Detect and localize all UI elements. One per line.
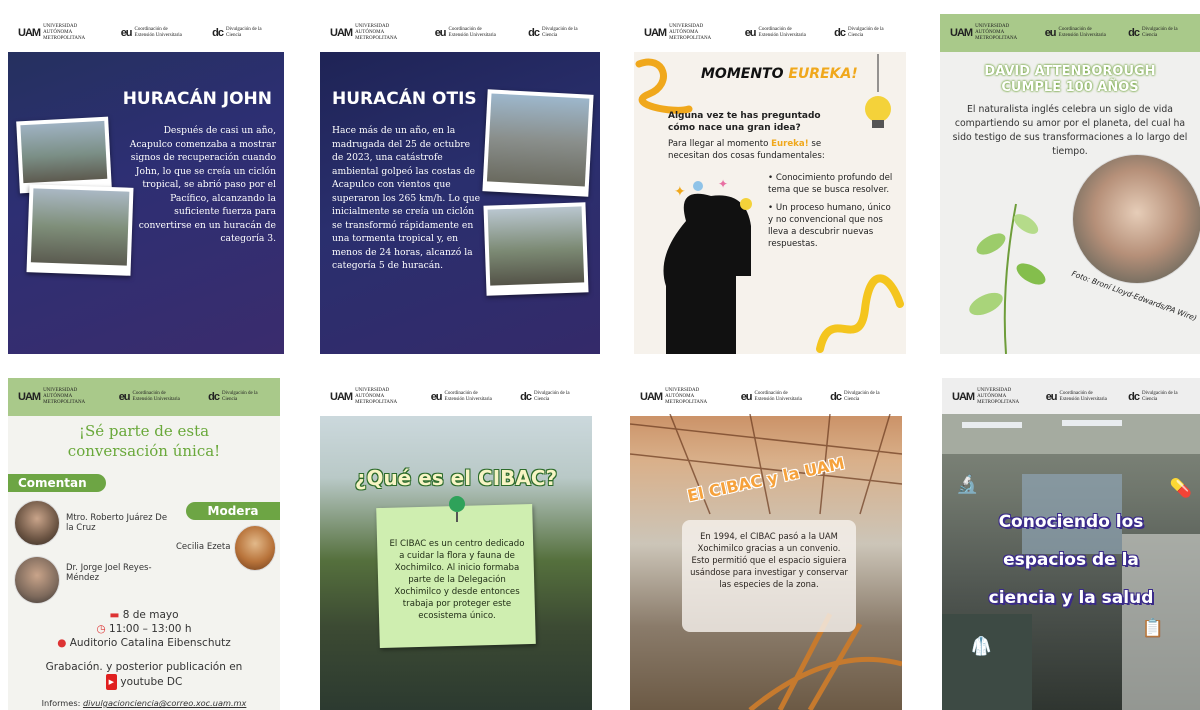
event-time: ◷ 11:00 – 13:00 h <box>96 623 192 635</box>
email-link[interactable]: divulgacionciencia@correo.xoc.uam.mx <box>83 698 246 708</box>
post-body: Después de casi un año, Acapulco comenza… <box>129 125 276 244</box>
post-body: El CIBAC es un centro dedicado a cuidar … <box>389 539 525 621</box>
dc-logo: dc Divulgación de la Ciencia <box>208 391 258 403</box>
uam-logo: UAM UNIVERSIDAD AUTÓNOMA METROPOLITANA <box>330 24 398 41</box>
svg-text:✦: ✦ <box>674 184 686 200</box>
logo-header: UAM UNIVERSIDAD AUTÓNOMA METROPOLITANA eu… <box>630 378 902 416</box>
head-silhouette-icon: ✦ ✦ <box>663 177 752 354</box>
list-item: • Un proceso humano, único y no convenci… <box>768 203 891 249</box>
post-title: ¿Qué es el CIBAC? <box>354 466 558 490</box>
comentan-label: Comentan <box>8 474 106 492</box>
post-tile-cibac-uam[interactable]: UAM UNIVERSIDAD AUTÓNOMA METROPOLITANA eu… <box>630 378 902 710</box>
dc-logo: dc Divulgación de la Ciencia <box>1128 391 1178 403</box>
logo-header: UAM UNIVERSIDAD AUTÓNOMA METROPOLITANA eu… <box>942 378 1200 416</box>
speaker-avatar <box>14 500 60 546</box>
logo-header: UAM UNIVERSIDAD AUTÓNOMA METROPOLITANA eu… <box>320 378 592 416</box>
dc-logo: dc Divulgación de la Ciencia <box>1128 27 1178 39</box>
clock-icon: ◷ <box>96 623 106 635</box>
speaker-name: Dr. Jorge Joel Reyes-Méndez <box>66 563 152 583</box>
calendar-icon: ▬ <box>109 609 120 621</box>
post-tile-que-es-cibac[interactable]: UAM UNIVERSIDAD AUTÓNOMA METROPOLITANA eu… <box>320 378 592 710</box>
post-subtitle: CUMPLE 100 AÑOS <box>1001 80 1139 95</box>
post-grid: UAM UNIVERSIDAD AUTÓNOMA METROPOLITANA eu… <box>0 0 1200 710</box>
pill-icon: 💊 <box>1169 478 1192 499</box>
uam-logo: UAM UNIVERSIDAD AUTÓNOMA METROPOLITANA <box>18 388 86 405</box>
leaves-icon <box>969 203 1046 354</box>
microscope-icon: 🔬 <box>956 474 979 495</box>
post-title: HURACÁN OTIS <box>332 89 477 109</box>
post-title: Conociendo los <box>998 512 1144 532</box>
yellow-squiggle-icon <box>816 274 904 353</box>
attenborough-photo <box>1072 154 1200 284</box>
ceu-logo: eu Coordinación de Extensión Universitari… <box>744 27 806 39</box>
post-title-2: espacios de la <box>1003 550 1139 570</box>
logo-header: UAM UNIVERSIDAD AUTÓNOMA METROPOLITANA eu… <box>320 14 600 52</box>
post-tile-attenborough[interactable]: UAM UNIVERSIDAD AUTÓNOMA METROPOLITANA eu… <box>940 14 1200 354</box>
logo-header: UAM UNIVERSIDAD AUTÓNOMA METROPOLITANA eu… <box>8 14 284 52</box>
uam-logo: UAM UNIVERSIDAD AUTÓNOMA METROPOLITANA <box>950 24 1018 41</box>
post-body: En 1994, el CIBAC pasó a la UAM Xochimil… <box>690 531 848 589</box>
logo-header: UAM UNIVERSIDAD AUTÓNOMA METROPOLITANA eu… <box>940 14 1200 52</box>
youtube-channel: ▶ youtube DC <box>8 674 280 690</box>
ceu-logo: eu Coordinación de Extensión Universitari… <box>1045 391 1107 403</box>
uam-logo: UAM UNIVERSIDAD AUTÓNOMA METROPOLITANA <box>18 24 86 41</box>
ceu-logo: eu Coordinación de Extensión Universitari… <box>120 27 182 39</box>
svg-text:✦: ✦ <box>718 177 728 191</box>
logo-header: UAM UNIVERSIDAD AUTÓNOMA METROPOLITANA eu… <box>8 378 280 416</box>
bullet-list: • Conocimiento profundo del tema que se … <box>768 172 896 250</box>
lab-coat-icon: 🥼 <box>970 636 993 657</box>
post-title-3: ciencia y la salud <box>988 588 1154 608</box>
lightbulb-icon <box>865 54 891 128</box>
event-details: ▬ 8 de mayo ◷ 11:00 – 13:00 h ● Auditori… <box>8 608 280 690</box>
logo-header: UAM UNIVERSIDAD AUTÓNOMA METROPOLITANA eu… <box>634 14 906 52</box>
post-tile-momento-eureka[interactable]: UAM UNIVERSIDAD AUTÓNOMA METROPOLITANA eu… <box>634 14 906 354</box>
post-title: DAVID ATTENBOROUGH <box>984 64 1156 79</box>
post-body: El naturalista inglés celebra un siglo d… <box>952 104 1188 157</box>
moderator-name: Cecilia Ezeta <box>176 542 231 552</box>
post-title: ¡Sé parte de esta <box>78 422 210 440</box>
post-tile-huracan-otis[interactable]: UAM UNIVERSIDAD AUTÓNOMA METROPOLITANA eu… <box>320 14 600 354</box>
youtube-icon: ▶ <box>105 674 118 690</box>
question-text: Alguna vez te has preguntado cómo nace u… <box>668 111 821 133</box>
ceu-logo: eu Coordinación de Extensión Universitari… <box>434 27 496 39</box>
ceu-logo: eu Coordinación de Extensión Universitari… <box>740 391 802 403</box>
post-tile-huracan-john[interactable]: UAM UNIVERSIDAD AUTÓNOMA METROPOLITANA eu… <box>8 14 284 354</box>
post-tile-conversacion[interactable]: UAM UNIVERSIDAD AUTÓNOMA METROPOLITANA eu… <box>8 378 280 710</box>
ceu-logo: eu Coordinación de Extensión Universitari… <box>118 391 180 403</box>
event-date: ▬ 8 de mayo <box>109 609 179 621</box>
uam-logo: UAM UNIVERSIDAD AUTÓNOMA METROPOLITANA <box>330 388 398 405</box>
orange-squiggle-icon <box>635 58 693 114</box>
clipboard-icon: 📋 <box>1141 618 1164 639</box>
post-tile-conociendo-espacios[interactable]: UAM UNIVERSIDAD AUTÓNOMA METROPOLITANA eu… <box>942 378 1200 710</box>
list-item: • Conocimiento profundo del tema que se … <box>768 173 893 195</box>
ceu-logo: eu Coordinación de Extensión Universitari… <box>430 391 492 403</box>
modera-label: Modera <box>186 502 280 520</box>
flood-photo <box>26 184 134 276</box>
moderator-avatar <box>234 525 276 571</box>
dc-logo: dc Divulgación de la Ciencia <box>528 27 578 39</box>
intro-text: Para llegar al momento Eureka! se necesi… <box>668 139 825 161</box>
post-title: MOMENTO EUREKA! <box>701 66 858 82</box>
building-photo <box>482 89 594 197</box>
dc-logo: dc Divulgación de la Ciencia <box>834 27 884 39</box>
uam-logo: UAM UNIVERSIDAD AUTÓNOMA METROPOLITANA <box>952 388 1020 405</box>
post-body: Hace más de un año, en la madrugada del … <box>332 125 481 271</box>
recording-note: Grabación. y posterior publicación en <box>45 661 243 673</box>
post-title: HURACÁN JOHN <box>122 89 272 109</box>
damage-photo <box>483 202 589 296</box>
dc-logo: dc Divulgación de la Ciencia <box>520 391 570 403</box>
dc-logo: dc Divulgación de la Ciencia <box>830 391 880 403</box>
hurricane-photo <box>16 116 112 194</box>
post-title-2: conversación única! <box>67 442 221 460</box>
event-place: ● Auditorio Catalina Eibenschutz <box>57 637 231 649</box>
dc-logo: dc Divulgación de la Ciencia <box>212 27 262 39</box>
informes-line: Informes: divulgacionciencia@correo.xoc.… <box>41 698 247 708</box>
pushpin-icon <box>449 496 465 522</box>
ceu-logo: eu Coordinación de Extensión Universitari… <box>1044 27 1106 39</box>
uam-logo: UAM UNIVERSIDAD AUTÓNOMA METROPOLITANA <box>644 24 712 41</box>
speaker-avatar <box>14 556 60 604</box>
speaker-name: Mtro. Roberto Juárez De la Cruz <box>66 513 168 533</box>
uam-logo: UAM UNIVERSIDAD AUTÓNOMA METROPOLITANA <box>640 388 708 405</box>
location-pin-icon: ● <box>57 637 67 649</box>
